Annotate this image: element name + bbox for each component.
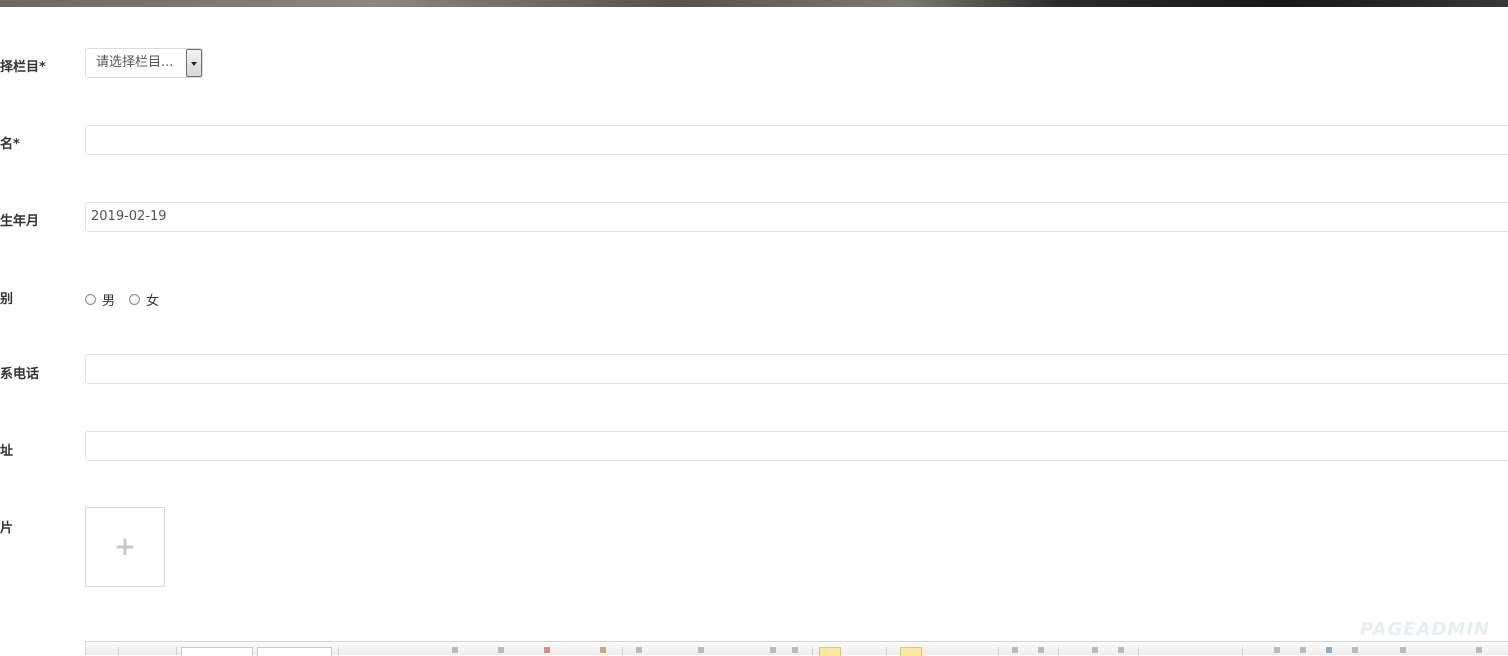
chevron-down-icon[interactable]	[186, 49, 202, 77]
birth-date-input[interactable]: 2019-02-19	[85, 202, 1508, 232]
gender-radio-group: 男 女	[85, 289, 173, 309]
column-select[interactable]: 请选择栏目...	[85, 48, 203, 78]
fullscreen-icon[interactable]	[1352, 647, 1358, 653]
indent-icon[interactable]	[792, 647, 798, 653]
header-banner-image	[0, 0, 1508, 7]
gender-male-radio[interactable]	[85, 293, 96, 305]
bold-icon[interactable]	[452, 647, 458, 653]
name-label: 名*	[0, 137, 20, 152]
photo-label: 片	[0, 521, 14, 536]
column-label: 择栏目*	[0, 60, 46, 75]
plus-icon: +	[114, 532, 136, 562]
toolbar-separator	[118, 647, 119, 655]
toolbar-separator	[176, 647, 177, 655]
toolbar-separator	[338, 647, 339, 655]
code-icon[interactable]	[1274, 647, 1280, 653]
gender-female-label[interactable]: 女	[146, 290, 159, 309]
gender-male-label[interactable]: 男	[102, 290, 115, 309]
toolbar-separator	[812, 647, 813, 655]
preview-icon[interactable]	[1300, 647, 1306, 653]
editor-toolbar	[85, 641, 1508, 656]
toolbar-separator	[998, 647, 999, 655]
list-icon[interactable]	[770, 647, 776, 653]
gender-female-radio[interactable]	[129, 293, 141, 305]
italic-icon[interactable]	[498, 647, 504, 653]
table-icon[interactable]	[1118, 647, 1124, 653]
unlink-icon[interactable]	[1038, 647, 1044, 653]
toolbar-separator	[1058, 647, 1059, 655]
address-input[interactable]	[85, 431, 1508, 461]
font-color-icon[interactable]	[544, 647, 550, 653]
source-icon[interactable]	[1400, 647, 1406, 653]
redo-icon[interactable]	[698, 647, 704, 653]
undo-icon[interactable]	[636, 647, 642, 653]
toolbar-separator	[622, 647, 623, 655]
gender-label: 别	[0, 292, 14, 307]
column-select-value: 请选择栏目...	[96, 55, 174, 70]
link-icon[interactable]	[1012, 647, 1018, 653]
help-icon[interactable]	[1326, 647, 1332, 653]
name-input[interactable]	[85, 125, 1508, 155]
phone-label: 系电话	[0, 367, 40, 382]
image-icon[interactable]	[1092, 647, 1098, 653]
toolbar-separator	[1138, 647, 1139, 655]
paste-icon[interactable]	[600, 647, 606, 653]
photo-upload-button[interactable]: +	[85, 507, 165, 587]
address-label: 址	[0, 444, 14, 459]
phone-input[interactable]	[85, 354, 1508, 384]
toolbar-separator	[1242, 647, 1243, 655]
toolbar-separator	[886, 647, 887, 655]
settings-icon[interactable]	[1476, 647, 1482, 653]
pageadmin-watermark: PAGEADMIN	[1360, 619, 1491, 640]
birth-date-label: 生年月	[0, 214, 40, 229]
